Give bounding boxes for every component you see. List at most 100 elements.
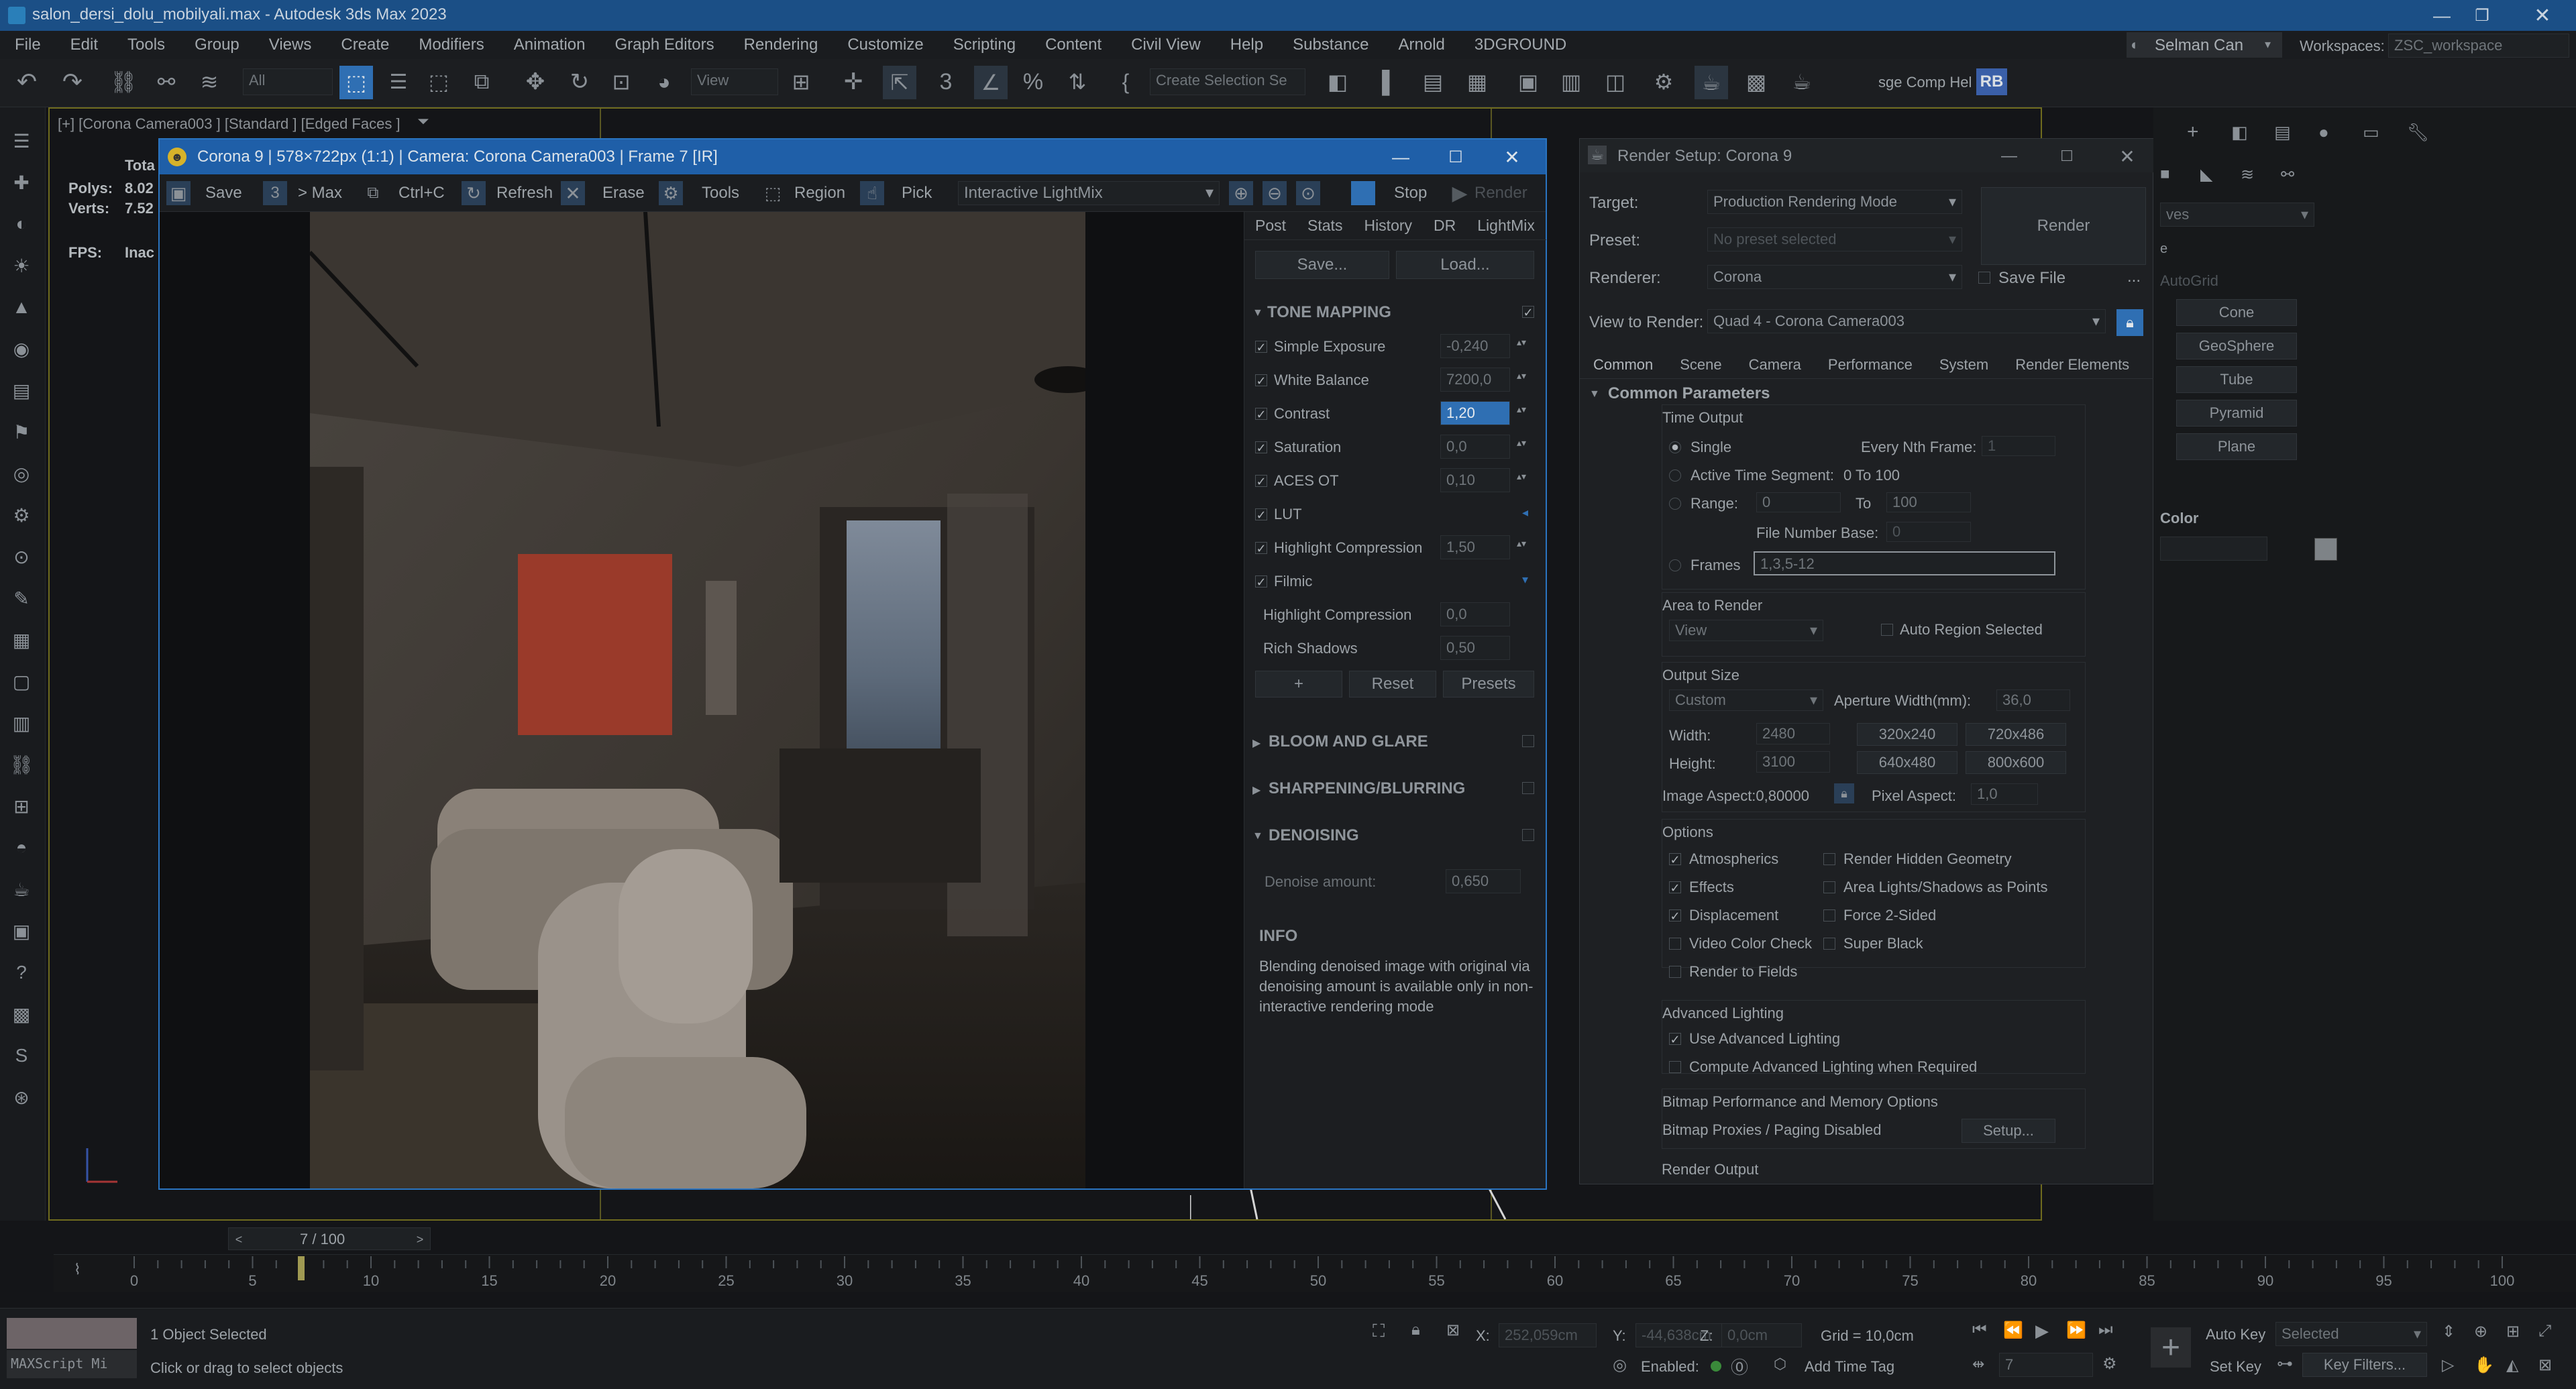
layer-icon[interactable]: ▥ [8, 710, 35, 736]
selection-key-select[interactable]: Selected ▾ [2275, 1322, 2427, 1346]
display-icon[interactable]: ▤ [8, 377, 35, 404]
vfb-refresh-button[interactable]: Refresh [496, 184, 553, 203]
prev-key-icon[interactable]: ⏪ [2003, 1321, 2023, 1340]
rs-maximize-icon[interactable]: ☐ [2053, 143, 2080, 170]
time-cursor[interactable] [298, 1256, 305, 1280]
bloom-checkbox[interactable] [1522, 735, 1534, 747]
grid-icon[interactable]: ▦ [8, 626, 35, 653]
mini-curve-icon[interactable]: ⌇ [74, 1261, 81, 1278]
user-box[interactable]: ◐ Selman Can ▾ [2127, 32, 2282, 58]
spinner-icon[interactable]: ▴▾ [1517, 437, 1526, 449]
sharpen-checkbox[interactable] [1522, 782, 1534, 794]
rs-close-icon[interactable]: ✕ [2114, 143, 2141, 170]
lock-icon[interactable]: 🔒︎ [2116, 309, 2143, 336]
save-file-checkbox[interactable] [1978, 272, 1990, 284]
paint-icon[interactable]: ✎ [8, 585, 35, 612]
selection-lock-icon[interactable]: 🔒︎ [1411, 1321, 1420, 1339]
modify-icon[interactable]: ◐ [8, 211, 35, 237]
rs-tab-camera[interactable]: Camera [1735, 351, 1815, 379]
link-icon[interactable]: ⛓ [109, 67, 138, 97]
vfb-erase-button[interactable]: Erase [602, 184, 645, 203]
scale-icon[interactable]: ⊡ [606, 67, 636, 97]
track-bar[interactable]: 0 5 10 15 20 25 30 35 40 45 50 55 60 65 70 75 80 85 90 95 10… [54, 1254, 2576, 1292]
create-tab-icon[interactable]: + [2187, 121, 2199, 144]
rs-minimize-icon[interactable]: — [1996, 143, 2023, 170]
add-time-tag-icon[interactable]: ⬡ [1774, 1355, 1786, 1373]
minimize-icon[interactable]: — [2428, 3, 2455, 28]
align-icon[interactable]: ▐ [1367, 67, 1397, 97]
option-checkbox[interactable] [1823, 853, 1835, 865]
adaptive-degradation-icon[interactable]: ⓪ [1731, 1354, 1748, 1379]
tone-mapping-header[interactable]: TONE MAPPING [1267, 303, 1391, 322]
height-input[interactable]: 3100 [1756, 751, 1830, 773]
light-icon[interactable]: ☀ [8, 252, 35, 279]
vfb-tab-stats[interactable]: Stats [1297, 211, 1353, 240]
add-time-tag-label[interactable]: Add Time Tag [1805, 1358, 1894, 1376]
vfb-tools-button[interactable]: Tools [702, 184, 739, 203]
filmic-value-input[interactable]: 0,0 [1440, 602, 1510, 626]
preset-select[interactable]: No preset selected ▾ [1707, 227, 1962, 252]
operator-checkbox[interactable] [1255, 408, 1267, 420]
area-select[interactable]: View ▾ [1669, 620, 1823, 641]
helpers-icon[interactable]: ◣ [2200, 165, 2212, 184]
compute-adv-checkbox[interactable] [1669, 1061, 1681, 1073]
maximize-viewport-icon[interactable]: ⤢ [2538, 1322, 2551, 1341]
menu-rendering[interactable]: Rendering [729, 36, 833, 54]
pixel-aspect-input[interactable]: 1,0 [1971, 783, 2038, 805]
range-radio[interactable] [1669, 498, 1681, 510]
motion-tab-icon[interactable]: ● [2318, 122, 2329, 143]
operator-value-input[interactable]: 1,50 [1440, 535, 1510, 559]
orbit-icon[interactable]: ▷ [2442, 1355, 2454, 1375]
play-icon[interactable]: ▶ [2035, 1321, 2049, 1341]
cameras-icon[interactable]: ■ [2160, 165, 2170, 184]
placement-icon[interactable]: ◕ [649, 67, 679, 97]
helper-icon[interactable]: ⚙ [8, 502, 35, 529]
y-coord-input[interactable]: -44,638cm [1635, 1323, 1733, 1347]
utilities-tab-icon[interactable]: 🔧︎ [2407, 122, 2429, 143]
vfb-tab-lightmix[interactable]: LightMix [1466, 211, 1546, 240]
menu-substance[interactable]: Substance [1278, 36, 1383, 54]
render-frame-icon[interactable]: ☕ [1695, 66, 1728, 99]
view-icon[interactable]: ▢ [8, 668, 35, 695]
create-selection-set[interactable]: Create Selection Se [1150, 68, 1305, 95]
range-from-input[interactable]: 0 [1756, 492, 1841, 512]
link-icon[interactable]: ⛓ [8, 751, 35, 778]
preset-320x240-button[interactable]: 320x240 [1857, 723, 1957, 746]
redo-icon[interactable]: ↷ [58, 67, 87, 97]
range-to-input[interactable]: 100 [1886, 492, 1971, 512]
render-button[interactable]: Render [1981, 187, 2146, 265]
preset-640x480-button[interactable]: 640x480 [1857, 751, 1957, 774]
window-crossing-icon[interactable]: ⧉ [467, 67, 496, 97]
prev-frame-icon[interactable]: < [229, 1229, 249, 1249]
vfb-maximize-icon[interactable]: ☐ [1442, 144, 1469, 170]
operator-value-input[interactable]: 1,20 [1440, 401, 1510, 425]
snaps-3d-icon[interactable]: 3 [931, 67, 961, 97]
systems-icon[interactable]: ⚯ [2281, 165, 2294, 184]
enabled-indicator[interactable] [1711, 1361, 1721, 1372]
rs-tab-render-elements[interactable]: Render Elements [2002, 351, 2143, 379]
create-pyramid-button[interactable]: Pyramid [2176, 400, 2297, 427]
expand-arrow-icon[interactable]: ◂ [1522, 506, 1528, 520]
operator-value-input[interactable]: 7200,0 [1440, 368, 1510, 392]
option-checkbox[interactable] [1669, 881, 1681, 893]
create-geosphere-button[interactable]: GeoSphere [2176, 333, 2297, 359]
z-coord-input[interactable]: 0,0cm [1721, 1323, 1802, 1347]
menu-3dground[interactable]: 3DGROUND [1460, 36, 1581, 54]
curve-editor-icon[interactable]: ▣ [1513, 67, 1543, 97]
renderer-select[interactable]: Corona ▾ [1707, 265, 1962, 289]
vfb-minimize-icon[interactable]: — [1387, 144, 1414, 170]
go-to-start-icon[interactable]: ⏮ [1972, 1321, 1987, 1339]
reset-button[interactable]: Reset [1349, 671, 1436, 698]
vfb-panel-load-button[interactable]: Load... [1396, 251, 1534, 279]
spacewarps-icon[interactable]: ≋ [2241, 165, 2254, 184]
operator-value-input[interactable]: 0,10 [1440, 468, 1510, 492]
mirror-icon[interactable]: ◧ [1323, 67, 1352, 97]
menu-graph-editors[interactable]: Graph Editors [600, 36, 729, 54]
name-input[interactable] [2160, 537, 2267, 561]
set-key-icon[interactable]: + [2151, 1327, 2191, 1368]
collapse-icon[interactable]: ▼ [1252, 830, 1263, 842]
set-key-button[interactable]: Set Key [2210, 1358, 2261, 1376]
view-to-render-select[interactable]: Quad 4 - Corona Camera003 ▾ [1707, 309, 2106, 333]
expand-icon[interactable]: ▶ [1252, 736, 1260, 750]
menu-arnold[interactable]: Arnold [1384, 36, 1460, 54]
